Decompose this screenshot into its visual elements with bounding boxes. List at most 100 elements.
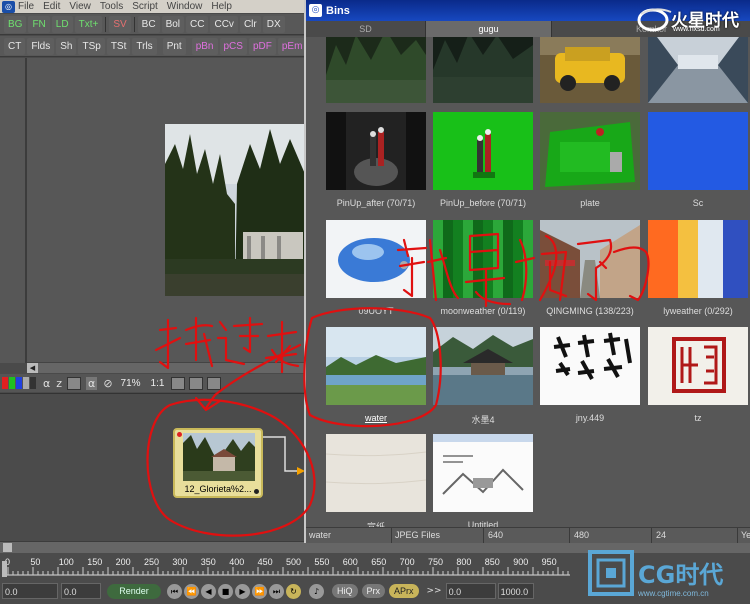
node-input-dot[interactable] <box>177 432 182 437</box>
prx-button[interactable]: Prx <box>361 584 385 598</box>
toolbar-button-pbn[interactable]: pBn <box>191 37 218 55</box>
toolbar-button-pem[interactable]: pEm <box>277 37 307 55</box>
bin-thumbnail-seal[interactable] <box>648 327 748 405</box>
bin-thumbnail-paper[interactable] <box>326 434 426 512</box>
grid-icon[interactable] <box>189 376 204 390</box>
bin-thumbnail-blue-mouse[interactable] <box>326 220 426 298</box>
pen-icon[interactable] <box>207 376 222 390</box>
toolbar-button-fn[interactable]: FN <box>28 15 50 33</box>
go-to-start-icon[interactable]: ⏮ <box>167 583 182 599</box>
z-depth-icon[interactable]: z <box>56 377 62 390</box>
bin-thumbnail-ink-sketch[interactable] <box>433 434 533 512</box>
toolbar-button-dx[interactable]: DX <box>262 15 285 33</box>
cgtime-logo-icon <box>588 550 634 596</box>
menu-tools[interactable]: Tools <box>100 1 123 12</box>
viewer-panel[interactable] <box>0 58 305 363</box>
toolbar-button-tst[interactable]: TSt <box>106 37 131 55</box>
bin-thumbnail-car[interactable] <box>540 37 640 103</box>
bin-thumbnail-calligraphy[interactable] <box>540 327 640 405</box>
bin-thumbnail-street[interactable] <box>540 220 640 298</box>
end-frame-field[interactable]: 0.0 <box>445 583 496 599</box>
toolbar-button-sh[interactable]: Sh <box>56 37 77 55</box>
aprx-button[interactable]: APrx <box>389 584 419 598</box>
toolbar-button-tsp[interactable]: TSp <box>78 37 105 55</box>
ruler-tick-label: 900 <box>513 557 528 567</box>
frame-field[interactable]: 1000.0 <box>497 583 534 599</box>
waveform-icon[interactable] <box>171 376 186 390</box>
menu-view[interactable]: View <box>69 1 91 12</box>
more-arrows[interactable]: >> <box>427 586 442 596</box>
alpha-icon[interactable]: α <box>43 377 50 390</box>
step-back-icon[interactable]: ⏪ <box>184 583 199 599</box>
toolbar-button-sv[interactable]: SV <box>109 15 131 33</box>
no-entry-icon[interactable]: ⊘ <box>103 377 112 390</box>
hiq-button[interactable]: HiQ <box>332 584 358 598</box>
scroll-left-arrow-icon[interactable] <box>3 543 12 552</box>
zoom-level[interactable]: 71% <box>121 378 141 389</box>
scroll-left-arrow-icon[interactable]: ◀ <box>27 363 38 373</box>
ruler-tick-label: 50 <box>30 557 40 567</box>
audio-icon[interactable]: ♪ <box>309 583 324 599</box>
toolbar-button-flds[interactable]: Flds <box>27 37 55 55</box>
loop-icon[interactable]: ↻ <box>286 583 301 599</box>
toolbar-button-ld[interactable]: LD <box>51 15 73 33</box>
alpha-overlay-icon[interactable]: α <box>86 376 98 390</box>
bin-thumbnail-hall[interactable] <box>648 37 748 103</box>
bin-item-label: PinUp_after (70/71) <box>336 198 416 208</box>
tab-sd[interactable]: SD <box>306 21 426 37</box>
bin-thumbnail-blue[interactable] <box>648 112 748 190</box>
bin-thumbnail-greenscreen-floor[interactable] <box>540 112 640 190</box>
bin-thumbnail-figure-dark[interactable] <box>326 112 426 190</box>
bin-thumbnail-forest-dark[interactable] <box>433 37 533 103</box>
bin-thumbnail-green-pixels[interactable] <box>433 220 533 298</box>
bin-thumbnail-water[interactable] <box>326 327 426 405</box>
tab-gugu[interactable]: gugu <box>426 21 552 37</box>
toolbar-button-clr[interactable]: Clr <box>239 15 261 33</box>
time-ruler[interactable]: 0 50 100 150 200 250 300 350 400 450 500 550 600 650 7… <box>0 555 570 579</box>
toolbar-button-pnt[interactable]: Pnt <box>162 37 186 55</box>
start-frame-field[interactable]: 0.0 <box>2 583 58 599</box>
menu-file[interactable]: File <box>18 1 34 12</box>
ruler-tick-label: 500 <box>286 557 301 567</box>
toolbar-button-pdf[interactable]: pDF <box>248 37 276 55</box>
toolbar-button-trls[interactable]: Trls <box>132 37 157 55</box>
playhead-cursor[interactable] <box>2 561 7 577</box>
green-channel-button[interactable] <box>9 377 15 389</box>
toolbar-button-bg[interactable]: BG <box>4 15 27 33</box>
red-channel-button[interactable] <box>2 377 8 389</box>
luma-channel-button[interactable] <box>23 377 29 389</box>
node-output-dot[interactable] <box>254 489 259 494</box>
node-graph[interactable]: 12_Glorieta%2... <box>0 393 305 541</box>
viewer-divider[interactable] <box>25 58 27 363</box>
bg-toggle-icon[interactable] <box>67 376 82 390</box>
play-reverse-icon[interactable]: ◀ <box>201 583 216 599</box>
toolbar-button-txt[interactable]: Txt+ <box>74 15 103 33</box>
menu-edit[interactable]: Edit <box>43 1 60 12</box>
step-forward-icon[interactable]: ⏩ <box>252 583 267 599</box>
alpha-channel-button[interactable] <box>30 377 36 389</box>
toolbar-button-bol[interactable]: Bol <box>161 15 185 33</box>
render-button[interactable]: Render <box>107 583 161 599</box>
toolbar-button-ccv[interactable]: CCv <box>210 15 238 33</box>
bin-thumbnail-pavilion[interactable] <box>433 327 533 405</box>
bin-item-label: 宣纸 <box>366 522 385 527</box>
toolbar-button-pcs[interactable]: pCS <box>219 37 247 55</box>
menu-help[interactable]: Help <box>211 1 232 12</box>
toolbar-button-bc[interactable]: BC <box>137 15 160 33</box>
menu-window[interactable]: Window <box>167 1 203 12</box>
blue-channel-button[interactable] <box>16 377 22 389</box>
file-in-node[interactable]: 12_Glorieta%2... <box>173 428 263 498</box>
toolbar-button-cc[interactable]: CC <box>186 15 209 33</box>
bin-thumbnail-red-abstract[interactable] <box>648 220 748 298</box>
toolbar-button-ct[interactable]: CT <box>4 37 26 55</box>
stop-icon[interactable]: ■ <box>218 583 233 599</box>
bin-thumbnail-figure-green[interactable] <box>433 112 533 190</box>
current-frame-field[interactable]: 0.0 <box>61 583 101 599</box>
viewer-scrollbar[interactable]: ◀ <box>27 362 305 373</box>
bin-thumbnail-forest[interactable] <box>326 37 426 103</box>
go-to-end-icon[interactable]: ⏭ <box>269 583 284 599</box>
menu-script[interactable]: Script <box>132 1 158 12</box>
bin-item-label: Sc <box>692 198 704 208</box>
zoom-ratio[interactable]: 1:1 <box>151 378 165 389</box>
play-icon[interactable]: ▶ <box>235 583 250 599</box>
